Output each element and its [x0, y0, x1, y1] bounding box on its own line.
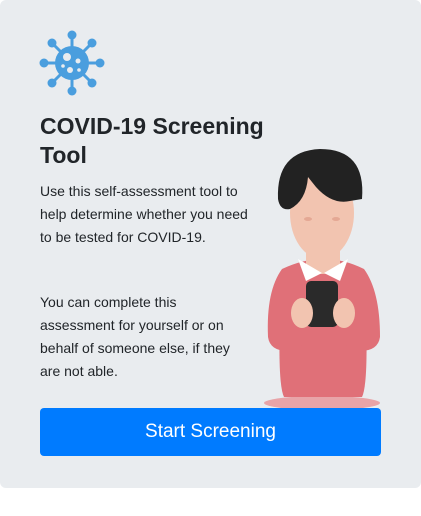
screening-card: COVID-19 Screening Tool Use this self-as…: [0, 0, 421, 488]
assessment-note: You can complete this assessment for you…: [40, 294, 230, 379]
virus-icon: [39, 30, 105, 96]
tool-description: Use this self-assessment tool to help de…: [40, 183, 248, 245]
page-title: COVID-19 Screening Tool: [40, 113, 264, 168]
person-with-phone-illustration: [264, 149, 380, 410]
start-screening-button[interactable]: Start Screening: [40, 408, 381, 456]
